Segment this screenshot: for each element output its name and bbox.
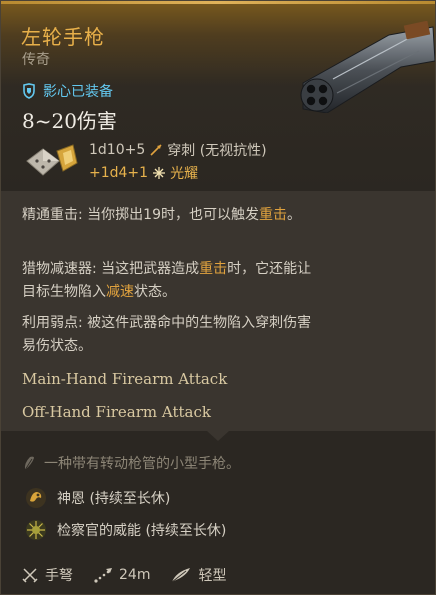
radiant-type: 光耀 [170, 166, 199, 182]
crossed-swords-icon [22, 568, 38, 583]
equipped-armor-icon [23, 83, 35, 99]
passive-exploit-weakness: 利用弱点: 被这件武器命中的生物陷入穿刺伤害易伤状态。 [22, 315, 312, 354]
proficiency-label: 手弩 [45, 568, 73, 584]
item-rarity: 传奇 [22, 52, 50, 68]
header-accent-line [1, 1, 435, 4]
proficiency-info: 手弩 [21, 565, 73, 585]
flavor-label: 一种带有转动枪管的小型手枪。 [44, 456, 240, 472]
passive-label: 精通重击: [22, 207, 83, 223]
damage-radiant: +1d4+1 光耀 [89, 163, 198, 183]
keyword-slowed[interactable]: 减速 [106, 284, 134, 300]
item-tooltip: 左轮手枪 传奇 影心已装备 8~20伤害 1d10+5 穿刺 (无视抗性) +1… [0, 0, 436, 595]
feather-icon [24, 456, 34, 471]
weight-info: 轻型 [170, 565, 226, 585]
keyword-critical-hit[interactable]: 重击 [199, 261, 227, 277]
off-hand-attack-link[interactable]: Off-Hand Firearm Attack [22, 403, 211, 421]
tooltip-header: 左轮手枪 传奇 影心已装备 8~20伤害 1d10+5 穿刺 (无视抗性) +1… [1, 1, 435, 191]
main-hand-attack-link[interactable]: Main-Hand Firearm Attack [22, 370, 227, 388]
damage-piercing: 1d10+5 穿刺 (无视抗性) [89, 140, 267, 160]
range-label: 24m [119, 567, 151, 583]
passive-label: 猎物减速器: [22, 261, 97, 277]
range-icon [94, 568, 112, 583]
radiant-dice: +1d4+1 [89, 165, 149, 181]
passive-label: 利用弱点: [22, 315, 83, 331]
passive-improved-critical: 精通重击: 当你掷出19时，也可以触发重击。 [22, 207, 301, 223]
dice-icon [26, 144, 78, 176]
effect-label: 检察官的威能 (持续至长休) [57, 523, 227, 539]
damage-range: 8~20伤害 [22, 109, 117, 133]
effect-label: 神恩 (持续至长休) [57, 491, 171, 507]
piercing-dice: 1d10+5 [89, 142, 146, 158]
equipped-status: 影心已装备 [21, 81, 113, 101]
tooltip-body [1, 191, 435, 431]
equipped-label: 影心已装备 [43, 84, 113, 100]
passive-hunter-slower: 猎物减速器: 当这把武器造成重击时，它还能让目标生物陷入减速状态。 [22, 261, 312, 300]
piercing-icon [150, 144, 162, 156]
inquisitor-might-icon [26, 520, 46, 540]
item-name: 左轮手枪 [21, 25, 105, 49]
divider-arrow [207, 431, 229, 441]
weight-label: 轻型 [198, 568, 227, 584]
keyword-critical-hit[interactable]: 重击 [259, 207, 287, 223]
effect-divine-favour[interactable]: 神恩 (持续至长休) [25, 487, 170, 509]
piercing-type: 穿刺 (无视抗性) [167, 143, 267, 159]
revolver-image [300, 21, 435, 113]
flavor-text: 一种带有转动枪管的小型手枪。 [22, 453, 240, 473]
radiant-icon [153, 167, 166, 179]
effect-inquisitor-might[interactable]: 检察官的威能 (持续至长休) [25, 519, 226, 541]
feather-weight-icon [172, 568, 191, 583]
range-info: 24m [93, 566, 150, 584]
item-footer: 手弩 24m 轻型 [21, 565, 246, 585]
divine-favour-icon [26, 488, 46, 508]
